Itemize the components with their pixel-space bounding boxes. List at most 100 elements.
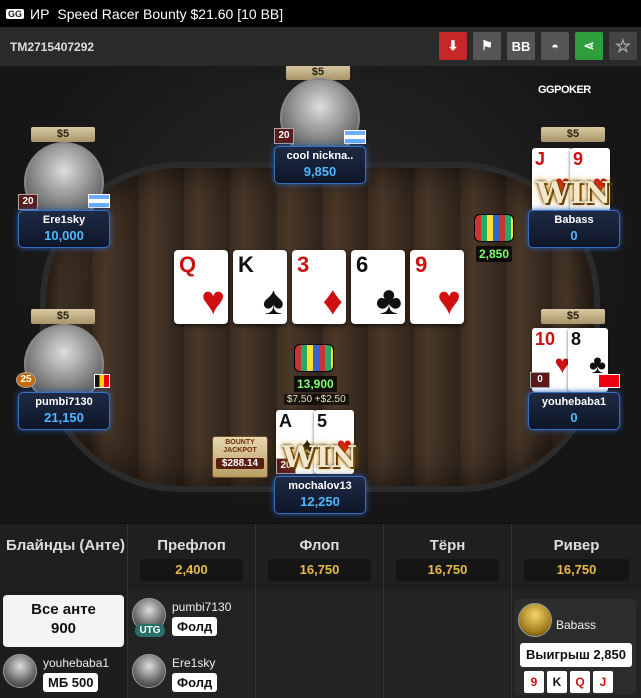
street-pot: 16,750: [524, 559, 629, 581]
player-name: Babass: [554, 214, 594, 226]
right-upper-seat-bet: $5: [541, 127, 605, 142]
turn-actions: [384, 590, 512, 698]
position-badge: UTG: [135, 624, 165, 637]
gg-logo-icon: GG: [6, 8, 25, 19]
window-title: Speed Racer Bounty $21.60 [10 BB]: [57, 5, 284, 22]
left-lower-seat-nameplate[interactable]: pumbi7130 21,150: [18, 392, 110, 430]
bounty-jackpot[interactable]: BOUNTY JACKPOT $288.14: [212, 436, 268, 478]
winner-card-3: Q: [570, 671, 590, 693]
action-pumbi7130: UTG pumbi7130 Фолд: [132, 598, 252, 637]
card-suit: ♦: [322, 279, 343, 323]
winner-card-1: 9: [524, 671, 544, 693]
player-stack: 0: [570, 410, 578, 425]
street-pot: 16,750: [396, 559, 499, 581]
right-lower-seat-bet: $5: [541, 309, 605, 324]
card-suit: ♠: [262, 279, 284, 323]
all-ante-value: 900: [50, 620, 77, 637]
report-button[interactable]: ⚑: [473, 32, 501, 60]
player-stack: 12,250: [300, 494, 340, 509]
hand-actions-panel: Блайнды (Анте) Префлоп 2,400 Флоп 16,750…: [0, 522, 641, 698]
card-suit: ♥: [437, 279, 461, 323]
action-ere1sky: Ere1sky Фолд: [132, 654, 252, 692]
card-rank: J: [535, 149, 546, 169]
card-rank: K: [238, 252, 254, 277]
action-bubble: Фолд: [172, 673, 218, 692]
left-upper-seat-flag-icon: [88, 194, 110, 208]
action-bubble: Фолд: [172, 617, 218, 636]
winner-avatar: [518, 603, 552, 637]
board-card-5: 9 ♥: [410, 250, 464, 324]
player-name: pumbi7130: [35, 396, 93, 408]
top-seat-flag-icon: [344, 130, 366, 144]
board-card-3: 3 ♦: [292, 250, 346, 324]
flop-actions: [256, 590, 384, 698]
card-rank: 6: [356, 252, 369, 277]
card-rank: 10: [535, 329, 556, 349]
pot-total: 13,900: [294, 376, 337, 392]
player-stack: 9,850: [303, 164, 337, 179]
right-upper-chip-stack-icon: [474, 214, 514, 242]
top-seat-nameplate[interactable]: cool nickna.. 9,850: [274, 146, 366, 184]
winner-cards: 9 K Q J: [524, 671, 613, 693]
card-rank: A: [279, 411, 292, 431]
game-type: ИР: [30, 5, 50, 22]
share-button[interactable]: ⋖: [575, 32, 603, 60]
board-card-4: 6 ♣: [351, 250, 405, 324]
street-headers: Блайнды (Анте) Префлоп 2,400 Флоп 16,750…: [0, 524, 641, 590]
action-youhebaba1: youhebaba1 МБ 500: [3, 654, 125, 692]
right-upper-win-label: WIN: [536, 176, 612, 211]
avatar: [132, 654, 166, 688]
poker-table: GGPOKER $5 20 cool nickna.. 9,850 $5 20 …: [0, 66, 641, 522]
bb-toggle-button[interactable]: BB: [507, 32, 535, 60]
hero-nameplate[interactable]: mochalov13 12,250: [274, 476, 366, 514]
brand-gg: GG: [538, 84, 555, 96]
street-label: Префлоп: [157, 537, 226, 554]
action-player-name: pumbi7130: [172, 600, 232, 614]
board-card-2: K ♠: [233, 250, 287, 324]
pot-chips-icon: [294, 344, 334, 372]
title-bar: GG ИР Speed Racer Bounty $21.60 [10 BB]: [0, 0, 641, 27]
toolbar: ⬇ ⚑ BB ◓ ⋖ ☆: [439, 32, 637, 60]
right-upper-chip-count: 2,850: [476, 246, 513, 262]
street-blinds: Блайнды (Анте): [0, 524, 128, 590]
street-label: Флоп: [299, 537, 340, 554]
winner-box: Babass Выигрыш 2,850 9 K Q J: [514, 599, 636, 695]
player-name: mochalov13: [288, 480, 352, 492]
street-label: Блайнды (Анте): [6, 537, 126, 554]
player-stack: 10,000: [44, 228, 84, 243]
player-stack: 21,150: [44, 410, 84, 425]
card-rank: 8: [571, 329, 582, 349]
right-lower-seat-level-badge: 0: [530, 372, 550, 388]
player-name: Ere1sky: [42, 214, 86, 226]
tournament-id: TM2715407292: [10, 39, 95, 54]
left-lower-seat-flag-icon: [94, 374, 110, 388]
player-name: youhebaba1: [541, 396, 607, 408]
left-upper-seat-bet: $5: [31, 127, 95, 142]
card-rank: 5: [317, 411, 328, 431]
brand-poker: POKER: [554, 84, 591, 96]
street-flop: Флоп 16,750: [256, 524, 384, 590]
left-upper-seat-nameplate[interactable]: Ere1sky 10,000: [18, 210, 110, 248]
favorite-button[interactable]: ☆: [609, 32, 637, 60]
card-suit: ♣: [375, 279, 402, 323]
download-button[interactable]: ⬇: [439, 32, 467, 60]
player-name: cool nickna..: [286, 150, 354, 162]
winner-card-4: J: [593, 671, 613, 693]
avatar: [3, 654, 37, 688]
winner-name: Babass: [556, 618, 597, 632]
street-pot: 2,400: [140, 559, 243, 581]
winner-result: Выигрыш 2,850: [520, 643, 632, 667]
street-preflop: Префлоп 2,400: [128, 524, 256, 590]
hero-win-label: WIN: [282, 440, 358, 475]
right-upper-seat-nameplate[interactable]: Babass 0: [528, 210, 620, 248]
right-lower-seat-nameplate[interactable]: youhebaba1 0: [528, 392, 620, 430]
card-suit: ♥: [201, 279, 225, 323]
preflop-actions: UTG pumbi7130 Фолд Ere1sky Фолд: [128, 590, 256, 698]
winner-card-2: K: [547, 671, 567, 693]
street-label: Ривер: [553, 537, 600, 554]
street-river: Ривер 16,750: [512, 524, 641, 590]
card-rank: 9: [573, 149, 584, 169]
all-ante-label: Все анте: [31, 601, 96, 618]
hide-button[interactable]: ◓: [541, 32, 569, 60]
side-bets: $7.50 +$2.50: [284, 394, 349, 405]
